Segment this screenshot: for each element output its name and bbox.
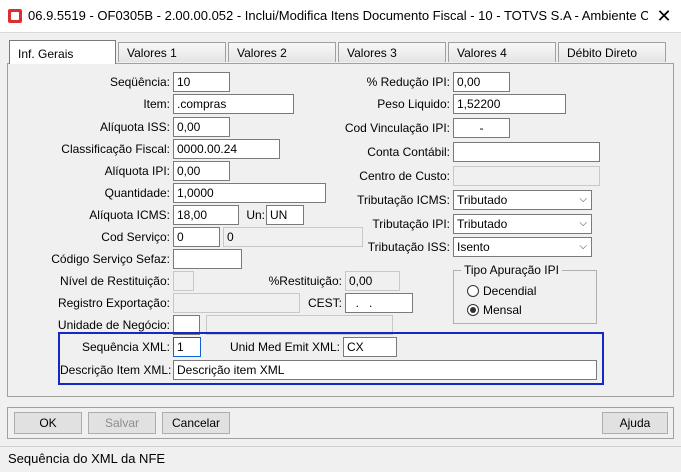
perc-restituicao-label: %Restituição: [268, 274, 342, 288]
unid-med-emit-xml-label: Unid Med Emit XML: [229, 340, 340, 354]
status-bar: Sequência do XML da NFE [0, 446, 681, 472]
cest-field[interactable]: . . [345, 293, 413, 313]
title-bar: 06.9.5519 - OF0305B - 2.00.00.052 - Incl… [0, 0, 681, 33]
radio-mensal-label[interactable]: Mensal [483, 303, 522, 317]
sequencia-field[interactable]: 10 [173, 72, 230, 92]
cod-servico-label: Cod Serviço: [101, 230, 170, 244]
perc-reducao-ipi-field[interactable]: 0,00 [453, 72, 510, 92]
tab-inf-gerais[interactable]: Inf. Gerais [9, 40, 116, 64]
ajuda-button[interactable]: Ajuda [602, 412, 668, 434]
item-label: Item: [143, 97, 170, 111]
ok-button[interactable]: OK [14, 412, 82, 434]
aliquota-icms-field[interactable]: 18,00 [173, 205, 239, 225]
conta-contabil-field[interactable] [453, 142, 600, 162]
perc-restituicao-field: 0,00 [345, 271, 400, 291]
tributacao-iss-value: Isento [457, 240, 490, 254]
close-icon[interactable]: ✕ [652, 4, 676, 28]
tab-valores-4[interactable]: Valores 4 [448, 42, 556, 62]
cod-servico-sefaz-label: Código Serviço Sefaz: [51, 252, 170, 266]
tab-valores-2[interactable]: Valores 2 [228, 42, 336, 62]
chevron-down-icon: ⌵ [579, 218, 587, 229]
un-field[interactable]: UN [266, 205, 304, 225]
aliquota-iss-label: Alíquota ISS: [99, 120, 170, 134]
peso-liquido-label: Peso Liquido: [377, 97, 450, 111]
un-label: Un: [246, 208, 265, 222]
tributacao-iss-label: Tributação ISS: [367, 240, 450, 254]
registro-exportacao-label: Registro Exportação: [57, 296, 170, 310]
quantidade-label: Quantidade: [104, 186, 170, 200]
tipo-apuracao-ipi-title: Tipo Apuração IPI [461, 262, 562, 278]
centro-custo-label: Centro de Custo: [359, 169, 450, 183]
radio-decendial[interactable] [467, 285, 479, 297]
centro-custo-field [453, 166, 600, 186]
tab-strip: Inf. Gerais Valores 1 Valores 2 Valores … [0, 32, 681, 64]
aliquota-ipi-field[interactable]: 0,00 [173, 161, 230, 181]
cod-vinculacao-ipi-field[interactable]: - [453, 118, 510, 138]
window-title: 06.9.5519 - OF0305B - 2.00.00.052 - Incl… [28, 8, 648, 23]
tributacao-ipi-value: Tributado [457, 217, 508, 231]
tributacao-icms-select[interactable]: Tributado ⌵ [453, 190, 592, 210]
chevron-down-icon: ⌵ [579, 241, 587, 252]
tributacao-ipi-select[interactable]: Tributado ⌵ [453, 214, 592, 234]
unidade-negocio-description [206, 315, 393, 335]
tributacao-iss-select[interactable]: Isento ⌵ [453, 237, 592, 257]
cod-vinculacao-ipi-label: Cod Vinculação IPI: [344, 121, 450, 135]
sequencia-label: Seqüência: [109, 75, 170, 89]
salvar-button[interactable]: Salvar [88, 412, 156, 434]
cod-servico-sefaz-field[interactable] [173, 249, 242, 269]
sequencia-xml-field[interactable]: 1 [173, 337, 201, 357]
sequencia-xml-label: Sequência XML: [81, 340, 170, 354]
tab-valores-1[interactable]: Valores 1 [118, 42, 226, 62]
aliquota-iss-field[interactable]: 0,00 [173, 117, 230, 137]
unidade-negocio-field[interactable] [173, 315, 200, 335]
aliquota-icms-label: Alíquota ICMS: [89, 208, 170, 222]
descricao-item-xml-label: Descrição Item XML: [60, 363, 172, 377]
peso-liquido-field[interactable]: 1,52200 [453, 94, 566, 114]
cod-servico-field[interactable]: 0 [173, 227, 220, 247]
conta-contabil-label: Conta Contábil: [367, 145, 450, 159]
tab-valores-3[interactable]: Valores 3 [338, 42, 446, 62]
item-field[interactable]: .compras [173, 94, 294, 114]
unid-med-emit-xml-field[interactable]: CX [343, 337, 397, 357]
radio-decendial-label[interactable]: Decendial [483, 284, 536, 298]
quantidade-field[interactable]: 1,0000 [173, 183, 326, 203]
tab-debito-direto[interactable]: Débito Direto [558, 42, 666, 62]
unidade-negocio-label: Unidade de Negócio: [57, 318, 170, 332]
classificacao-fiscal-label: Classificação Fiscal: [61, 142, 170, 156]
tributacao-icms-value: Tributado [457, 193, 508, 207]
chevron-down-icon: ⌵ [579, 194, 587, 205]
perc-reducao-ipi-label: % Redução IPI: [366, 75, 450, 89]
nivel-restituicao-field [173, 271, 194, 291]
registro-exportacao-field [173, 293, 300, 313]
nivel-restituicao-label: Nível de Restituição: [59, 274, 170, 288]
cest-label: CEST: [307, 296, 342, 310]
app-icon [8, 9, 22, 23]
aliquota-ipi-label: Alíquota IPI: [104, 164, 170, 178]
tributacao-ipi-label: Tributação IPI: [372, 217, 450, 231]
descricao-item-xml-field[interactable]: Descrição item XML [173, 360, 597, 380]
cancelar-button[interactable]: Cancelar [162, 412, 230, 434]
radio-mensal[interactable] [467, 304, 479, 316]
classificacao-fiscal-field[interactable]: 0000.00.24 [173, 139, 280, 159]
tributacao-icms-label: Tributação ICMS: [357, 193, 450, 207]
